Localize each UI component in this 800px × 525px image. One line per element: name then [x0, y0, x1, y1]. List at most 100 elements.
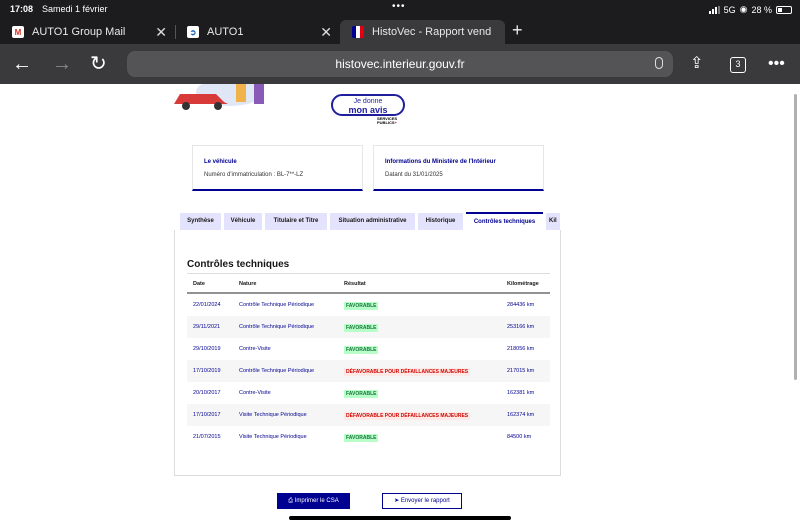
scrollbar[interactable]	[794, 94, 797, 380]
cell-nature: Contrôle Technique Périodique	[239, 302, 315, 308]
share-icon[interactable]: ⇪	[690, 54, 703, 74]
send-report-button[interactable]: ➤ Envoyer le rapport	[382, 493, 462, 509]
browser-toolbar: ← → ↻ histovec.interieur.gouv.fr ⇪ 3 •••	[0, 44, 800, 84]
status-right: 5G ◉ 28 %	[708, 4, 792, 15]
car-illustration	[174, 84, 264, 110]
header-resultat: Résultat	[344, 281, 366, 287]
status-date: Samedi 1 février	[42, 4, 108, 14]
cell-kilometrage: 218056 km	[507, 346, 535, 352]
tab-controles-techniques[interactable]: Contrôles techniques	[466, 212, 543, 230]
print-csa-button[interactable]: ⎙ Imprimer le CSA	[277, 493, 350, 509]
status-badge: DÉFAVORABLE POUR DÉFAILLANCES MAJEURES	[344, 368, 471, 376]
header-date: Date	[193, 281, 205, 287]
gmail-icon: M	[12, 26, 24, 38]
send-icon: ➤	[394, 498, 401, 504]
section-title: Contrôles techniques	[187, 259, 290, 270]
tab-histovec[interactable]: HistoVec - Rapport vend	[340, 20, 505, 44]
cell-nature: Contre-Visite	[239, 390, 271, 396]
table-row: 29/10/2019 Contre-Visite FAVORABLE 218056 k…	[187, 338, 550, 360]
cell-nature: Visite Technique Périodique	[239, 434, 307, 440]
feedback-line1: Je donne	[353, 98, 383, 105]
tab-vehicule[interactable]: Véhicule	[224, 213, 262, 230]
table-row: 21/07/2015 Visite Technique Périodique FAV…	[187, 426, 550, 448]
tab-kilometrage[interactable]: Kil	[546, 213, 560, 230]
cell-kilometrage: 217015 km	[507, 368, 535, 374]
cell-date: 17/10/2019	[193, 368, 221, 374]
feedback-button[interactable]: Je donne mon avis	[331, 94, 405, 116]
tab-gmail[interactable]: M AUTO1 Group Mail ✕	[0, 20, 175, 44]
cell-nature: Contrôle Technique Périodique	[239, 324, 315, 330]
send-label: Envoyer le rapport	[400, 498, 450, 504]
tab-synthese[interactable]: Synthèse	[180, 213, 221, 230]
tab-titulaire[interactable]: Titulaire et Titre	[265, 213, 327, 230]
header-nature: Nature	[239, 281, 257, 287]
tab-strip: M AUTO1 Group Mail ✕ ➲ AUTO1 ✕ HistoVec …	[0, 18, 800, 44]
address-bar[interactable]: histovec.interieur.gouv.fr	[127, 51, 673, 77]
more-icon[interactable]: •••	[768, 54, 785, 74]
services-publics-logo: SERVICES PUBLICS+	[377, 116, 398, 125]
card-title: Le véhicule	[204, 159, 237, 165]
vehicle-card: Le véhicule Numéro d'immatriculation : B…	[192, 145, 363, 191]
reload-icon[interactable]: ↻	[90, 54, 107, 74]
page-content: Je donne mon avis SERVICES PUBLICS+ Le vé…	[0, 84, 800, 525]
cell-nature: Contre-Visite	[239, 346, 271, 352]
status-badge: FAVORABLE	[344, 346, 379, 354]
histovec-icon	[352, 26, 364, 38]
close-icon[interactable]: ✕	[155, 24, 167, 41]
table-row: 22/01/2024 Contrôle Technique Périodique F…	[187, 294, 550, 316]
cell-nature: Visite Technique Périodique	[239, 412, 307, 418]
tab-label: HistoVec - Rapport vend	[372, 26, 492, 38]
microphone-icon[interactable]	[655, 57, 663, 69]
signal-icon	[708, 5, 720, 14]
status-badge: DÉFAVORABLE POUR DÉFAILLANCES MAJEURES	[344, 412, 471, 420]
feedback-line2: mon avis	[348, 105, 388, 115]
network-label: 5G	[723, 4, 736, 15]
section-tabs: Synthèse Véhicule Titulaire et Titre Sit…	[180, 212, 560, 231]
table-row: 17/10/2019 Contrôle Technique Périodique D…	[187, 360, 550, 382]
table-row: 29/11/2021 Contrôle Technique Périodique F…	[187, 316, 550, 338]
battery-label: 28 %	[751, 4, 772, 15]
cell-kilometrage: 162374 km	[507, 412, 535, 418]
card-value: Numéro d'immatriculation : BL-7**-LZ	[204, 172, 304, 178]
card-value: Datant du 31/01/2025	[385, 172, 443, 178]
table-header: Date Nature Résultat Kilométrage	[187, 273, 550, 294]
status-badge: FAVORABLE	[344, 390, 379, 398]
location-icon: ◉	[739, 4, 748, 14]
print-label: Imprimer le CSA	[294, 498, 339, 504]
tab-label: AUTO1	[207, 26, 244, 38]
tab-auto1[interactable]: ➲ AUTO1 ✕	[175, 20, 340, 44]
cell-kilometrage: 253166 km	[507, 324, 535, 330]
tab-historique[interactable]: Historique	[418, 213, 463, 230]
cell-date: 22/01/2024	[193, 302, 221, 308]
cell-date: 17/10/2017	[193, 412, 221, 418]
cell-date: 20/10/2017	[193, 390, 221, 396]
tab-label: AUTO1 Group Mail	[32, 26, 126, 38]
auto1-icon: ➲	[187, 26, 199, 38]
cell-kilometrage: 84500 km	[507, 434, 532, 440]
close-icon[interactable]: ✕	[320, 24, 332, 41]
url-text: histovec.interieur.gouv.fr	[335, 57, 465, 71]
battery-icon	[776, 5, 792, 14]
cell-date: 29/11/2021	[193, 324, 221, 330]
forward-arrow-icon[interactable]: →	[52, 54, 72, 74]
status-badge: FAVORABLE	[344, 434, 379, 442]
controles-table: Date Nature Résultat Kilométrage 22/01/2…	[187, 273, 550, 448]
tab-situation-administrative[interactable]: Situation administrative	[330, 213, 415, 230]
controles-panel: Contrôles techniques Date Nature Résulta…	[174, 230, 561, 476]
cell-date: 29/10/2019	[193, 346, 221, 352]
cell-date: 21/07/2015	[193, 434, 221, 440]
status-time: 17:08	[10, 4, 34, 14]
header-kilometrage: Kilométrage	[507, 281, 539, 287]
tab-count-button[interactable]: 3	[730, 57, 746, 73]
new-tab-icon[interactable]: +	[512, 20, 523, 41]
ministry-card: Informations du Ministère de l'Intérieur…	[373, 145, 544, 191]
cell-kilometrage: 284436 km	[507, 302, 535, 308]
status-badge: FAVORABLE	[344, 324, 379, 332]
cell-nature: Contrôle Technique Périodique	[239, 368, 315, 374]
multitask-dots-icon[interactable]: •••	[392, 1, 406, 12]
status-bar: 17:08 Samedi 1 février ••• 5G ◉ 28 %	[0, 0, 800, 18]
back-arrow-icon[interactable]: ←	[12, 54, 32, 74]
home-indicator[interactable]	[289, 516, 511, 520]
cell-kilometrage: 162381 km	[507, 390, 535, 396]
table-row: 20/10/2017 Contre-Visite FAVORABLE 162381 k…	[187, 382, 550, 404]
